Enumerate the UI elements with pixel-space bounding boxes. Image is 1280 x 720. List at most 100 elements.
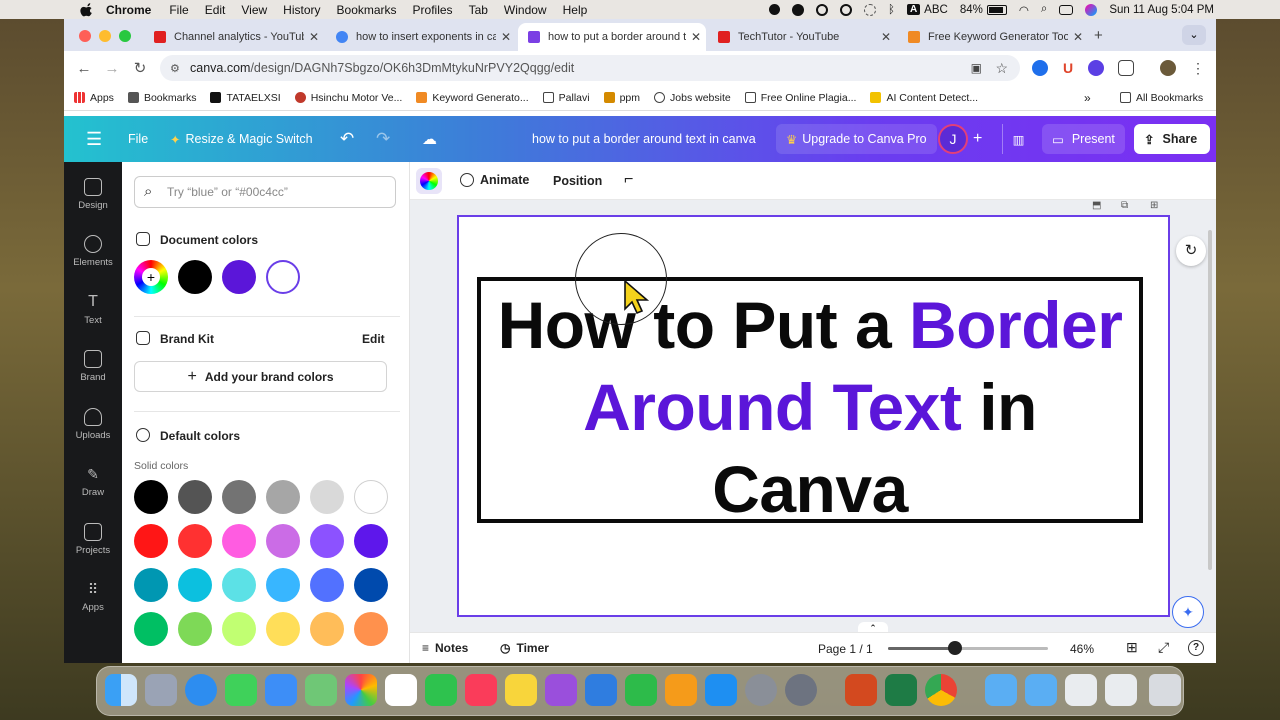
brand-kit-edit-link[interactable]: Edit: [362, 332, 385, 346]
maps-icon[interactable]: [305, 674, 337, 706]
tab-canva-active[interactable]: how to put a border around te ✕: [518, 23, 706, 51]
pages-icon[interactable]: [665, 674, 697, 706]
tab-search-button[interactable]: ⌄: [1182, 25, 1206, 45]
profile-avatar[interactable]: [1160, 60, 1176, 76]
bookmark-ppm[interactable]: ppm: [603, 92, 640, 104]
position-button[interactable]: Position: [553, 174, 602, 188]
default-color-swatch[interactable]: [354, 524, 388, 558]
control-center-icon[interactable]: [1059, 4, 1074, 15]
default-color-swatch[interactable]: [134, 612, 168, 646]
bookmark-bookmarks[interactable]: Bookmarks: [127, 92, 196, 104]
site-info-icon[interactable]: ⚙: [170, 62, 180, 75]
search-spotlight-icon[interactable]: ⌕: [1041, 3, 1047, 16]
powerpoint-icon[interactable]: [845, 674, 877, 706]
lock-page-icon[interactable]: ⬒: [1092, 200, 1101, 211]
tab-channel-analytics[interactable]: Channel analytics - YouTube S ✕: [144, 23, 324, 51]
default-color-swatch[interactable]: [222, 612, 256, 646]
hamburger-menu-icon[interactable]: ☰: [86, 129, 102, 150]
bookmark-keyword[interactable]: Keyword Generato...: [416, 92, 529, 104]
extension-icon-3[interactable]: [1088, 60, 1104, 76]
text-color-button[interactable]: [416, 168, 442, 194]
extensions-puzzle-icon[interactable]: [1118, 60, 1134, 76]
user-avatar[interactable]: J: [938, 124, 968, 154]
add-page-icon[interactable]: ⊞: [1150, 200, 1158, 211]
extension-icon-2[interactable]: U: [1060, 60, 1076, 76]
menu-history[interactable]: History: [283, 3, 320, 17]
chrome-icon[interactable]: [925, 674, 957, 706]
rail-uploads[interactable]: Uploads: [64, 408, 122, 441]
menu-file[interactable]: File: [169, 3, 188, 17]
close-tab-icon[interactable]: ✕: [686, 30, 706, 44]
fullscreen-icon[interactable]: ⤢: [1158, 639, 1169, 656]
bookmark-star-icon[interactable]: ☆: [995, 60, 1008, 77]
tab-techtutor[interactable]: TechTutor - YouTube ✕: [708, 23, 896, 51]
default-color-swatch[interactable]: [354, 480, 388, 514]
bookmarks-overflow-icon[interactable]: »: [1084, 91, 1091, 105]
install-app-icon[interactable]: ▣: [971, 61, 982, 75]
trash-icon[interactable]: [1149, 674, 1181, 706]
music-icon[interactable]: [465, 674, 497, 706]
default-color-swatch[interactable]: [310, 612, 344, 646]
notes-button[interactable]: ≡ Notes: [422, 641, 468, 655]
undo-icon[interactable]: ↶: [340, 129, 354, 149]
tab-keyword-generator[interactable]: Free Keyword Generator Tool: ✕: [898, 23, 1088, 51]
menu-tab[interactable]: Tab: [469, 3, 488, 17]
numbers-icon[interactable]: [625, 674, 657, 706]
finder-icon[interactable]: [105, 674, 137, 706]
close-tab-icon[interactable]: ✕: [496, 30, 516, 44]
applications-folder-icon[interactable]: [985, 674, 1017, 706]
bookmark-plagiarism[interactable]: Free Online Plagia...: [744, 92, 856, 104]
paint-roller-icon[interactable]: ⌐: [624, 171, 633, 189]
menu-profiles[interactable]: Profiles: [413, 3, 453, 17]
help-icon[interactable]: ?: [1188, 640, 1204, 656]
photos-icon[interactable]: [345, 674, 377, 706]
magic-assistant-button[interactable]: ✦: [1172, 596, 1204, 628]
rail-apps[interactable]: ⠿ Apps: [64, 580, 122, 613]
default-color-swatch[interactable]: [310, 524, 344, 558]
add-collaborator-icon[interactable]: +: [973, 130, 982, 148]
bookmark-pallavi[interactable]: Pallavi: [542, 92, 590, 104]
menu-window[interactable]: Window: [504, 3, 547, 17]
document-color-swatch[interactable]: [222, 260, 256, 294]
grid-view-icon[interactable]: ⊞: [1126, 639, 1138, 656]
minimize-window-button[interactable]: [99, 30, 111, 42]
color-search-input[interactable]: ⌕ Try “blue” or “#00c4cc”: [134, 176, 396, 208]
bookmark-tataelxsi[interactable]: TATAELXSI: [210, 92, 281, 104]
close-tab-icon[interactable]: ✕: [1068, 30, 1088, 44]
timer-button[interactable]: ◷ Timer: [500, 641, 549, 655]
audio-icon[interactable]: [792, 3, 805, 16]
default-color-swatch[interactable]: [178, 568, 212, 602]
rail-draw[interactable]: ✎ Draw: [64, 465, 122, 498]
default-color-swatch[interactable]: [310, 568, 344, 602]
podcasts-icon[interactable]: [545, 674, 577, 706]
share-button[interactable]: ⇪ Share: [1134, 124, 1210, 154]
page-indicator[interactable]: Page 1 / 1: [818, 642, 873, 656]
stage-scrollbar[interactable]: [1208, 230, 1212, 570]
present-button[interactable]: ▭ Present: [1042, 124, 1125, 154]
default-color-swatch[interactable]: [222, 524, 256, 558]
datetime[interactable]: Sun 11 Aug 5:04 PM: [1109, 4, 1214, 16]
default-color-swatch[interactable]: [266, 480, 300, 514]
bookmark-ai-detect[interactable]: AI Content Detect...: [870, 92, 978, 104]
redo-icon[interactable]: ↷: [376, 129, 390, 149]
siri-icon[interactable]: [1085, 3, 1098, 16]
grammarly-icon[interactable]: [816, 3, 829, 16]
default-color-swatch[interactable]: [310, 480, 344, 514]
input-source[interactable]: A ABC: [906, 4, 948, 16]
back-icon[interactable]: ←: [70, 60, 98, 77]
resize-magic-switch[interactable]: ✦ Resize & Magic Switch: [170, 132, 313, 147]
design-page[interactable]: How to Put a Border Around Text in Canva: [457, 215, 1170, 617]
battery-status[interactable]: 84%: [960, 4, 1007, 16]
default-color-swatch[interactable]: [222, 568, 256, 602]
keynote-icon[interactable]: [585, 674, 617, 706]
heading-textbox[interactable]: How to Put a Border Around Text in Canva: [477, 277, 1143, 526]
file-menu[interactable]: File: [128, 132, 148, 146]
document-color-swatch[interactable]: [178, 260, 212, 294]
safari-icon[interactable]: [185, 674, 217, 706]
document-color-swatch-selected[interactable]: [266, 260, 300, 294]
default-color-swatch[interactable]: [178, 524, 212, 558]
brightness-icon[interactable]: [864, 3, 877, 16]
add-color-swatch[interactable]: +: [134, 260, 168, 294]
rail-brand[interactable]: Brand: [64, 350, 122, 383]
tool-icon[interactable]: [840, 3, 853, 16]
